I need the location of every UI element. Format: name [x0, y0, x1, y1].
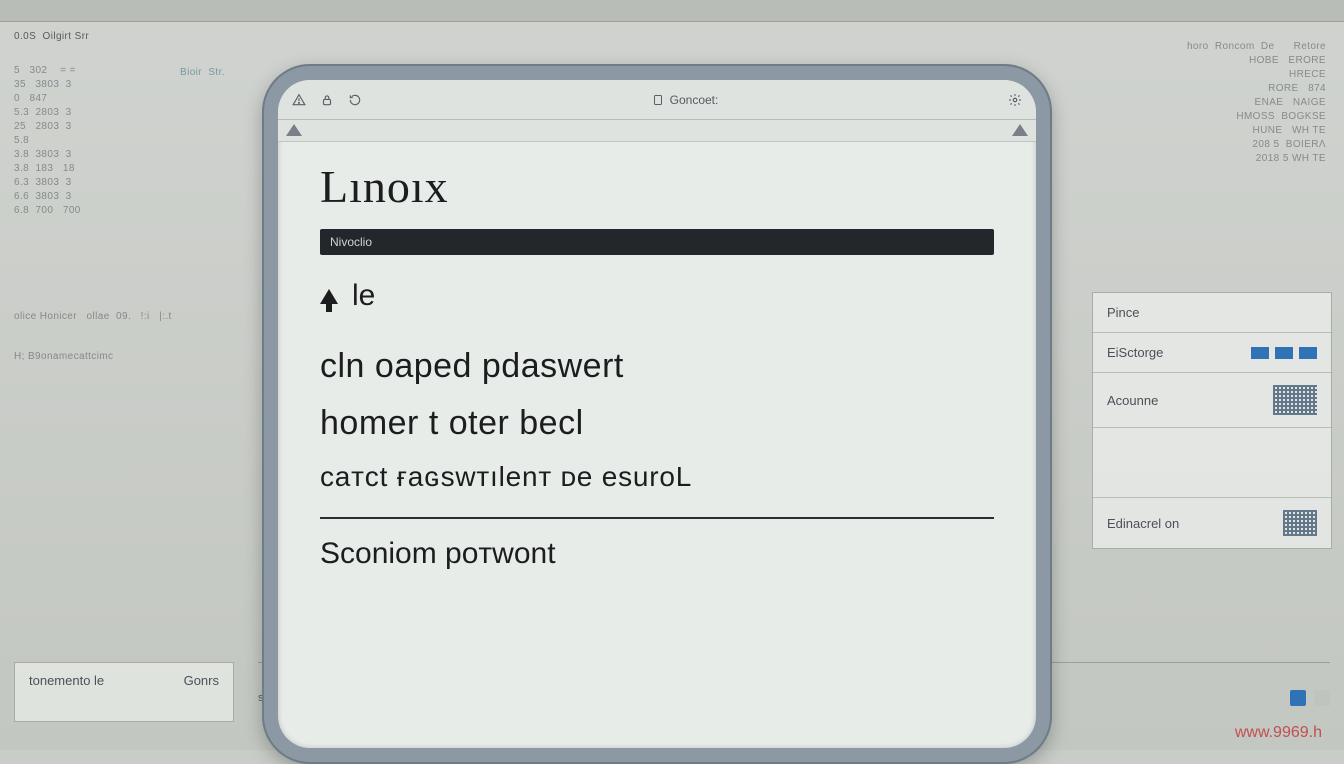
color-chip-icon [1314, 690, 1330, 706]
triangle-up-icon[interactable] [286, 124, 302, 136]
bottom-card-left: tonemento le [29, 673, 104, 721]
page-title: Lınoıx [320, 160, 994, 213]
bg-header-strip [0, 0, 1344, 22]
bg-left-caption-1: olice Honicer ollae 09. !:i |:.t [14, 310, 172, 324]
color-chip-icon [1290, 690, 1306, 706]
bg-ribbon-label: 0.0S Oilgirt Srr [14, 30, 89, 44]
body-line-3: caтct ғaɢswтılenт ᴅe esuroL [320, 461, 994, 493]
warning-icon[interactable] [292, 93, 306, 107]
footer-line: Sconiom poтwont [320, 537, 994, 571]
lock-icon[interactable] [320, 93, 334, 107]
side-panel: Pince EiSctorge Acounne Edinacrel on [1092, 292, 1332, 549]
side-panel-blocks [1251, 347, 1317, 359]
arrow-up-icon [320, 289, 338, 304]
side-panel-row-2[interactable] [1093, 428, 1331, 498]
side-panel-row-label: Acounne [1107, 393, 1158, 408]
bg-col-teal: Bioir Str. [180, 52, 260, 94]
bg-left-caption-2: H; B9onamecattcimc [14, 350, 113, 364]
side-panel-row-0[interactable]: EiSctorge [1093, 333, 1331, 373]
dark-input-bar[interactable]: Nivoclio [320, 229, 994, 255]
bg-col-right: horo Roncom De Retore HOBE ERORE HRECE R… [1076, 26, 1326, 180]
side-panel-title: Pince [1107, 305, 1140, 320]
document-content: Lınoıx Nivoclio le cln oaped pdaswert ho… [278, 142, 1036, 748]
side-panel-row-label: Edinacrel on [1107, 516, 1179, 531]
side-panel-row-3[interactable]: Edinacrel on [1093, 498, 1331, 548]
scroll-indicator-row [278, 120, 1036, 142]
window-titlebar: Goncoet: [278, 80, 1036, 120]
divider [320, 517, 994, 519]
dark-bar-text: Nivoclio [330, 235, 372, 249]
side-panel-row-1[interactable]: Acounne [1093, 373, 1331, 428]
tablet-frame: Goncoet: Lınoıx Nivoclio le cln oaped pd… [262, 64, 1052, 764]
settings-icon[interactable] [1008, 93, 1022, 107]
body-line-2: homer t oter becl [320, 404, 994, 443]
qr-pattern-icon [1283, 510, 1317, 536]
row-indicator: le [320, 279, 994, 313]
side-panel-row-label: EiSctorge [1107, 345, 1163, 360]
row-indicator-text: le [352, 279, 375, 313]
tablet-screen: Goncoet: Lınoıx Nivoclio le cln oaped pd… [278, 80, 1036, 748]
bottom-card[interactable]: tonemento le Gonrs [14, 662, 234, 722]
bottom-card-right: Gonrs [184, 673, 219, 721]
watermark: www.9969.h [1235, 724, 1322, 742]
window-title: Goncoet: [670, 93, 719, 107]
page-icon [652, 94, 664, 106]
refresh-icon[interactable] [348, 93, 362, 107]
body-line-1: cln oaped pdaswert [320, 347, 994, 386]
side-panel-title-row: Pince [1093, 293, 1331, 333]
triangle-up-icon[interactable] [1012, 124, 1028, 136]
qr-pattern-icon [1273, 385, 1317, 415]
